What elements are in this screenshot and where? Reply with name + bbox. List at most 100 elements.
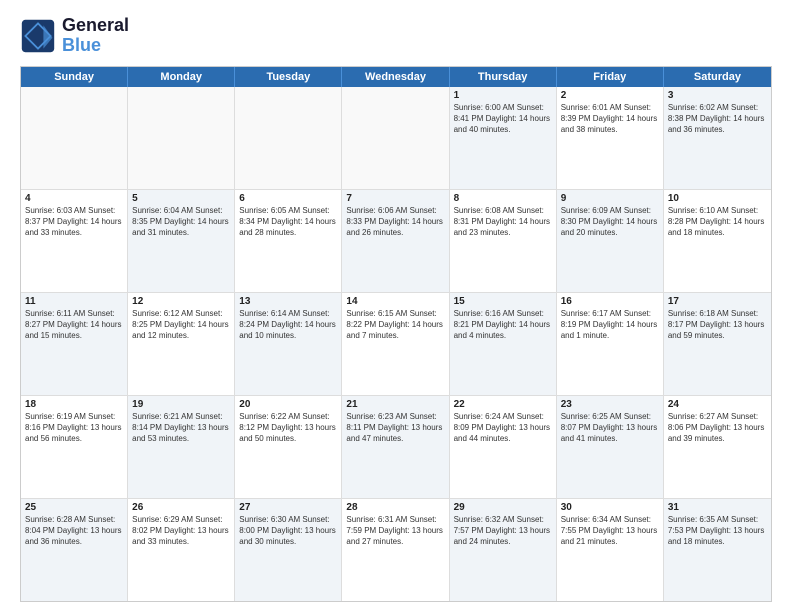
day-info: Sunrise: 6:11 AM Sunset: 8:27 PM Dayligh… [25, 308, 123, 342]
header: General Blue [20, 16, 772, 56]
day-number: 6 [239, 193, 337, 204]
day-cell: 1Sunrise: 6:00 AM Sunset: 8:41 PM Daylig… [450, 87, 557, 189]
day-info: Sunrise: 6:09 AM Sunset: 8:30 PM Dayligh… [561, 205, 659, 239]
day-cell: 4Sunrise: 6:03 AM Sunset: 8:37 PM Daylig… [21, 190, 128, 292]
day-info: Sunrise: 6:12 AM Sunset: 8:25 PM Dayligh… [132, 308, 230, 342]
day-cell: 14Sunrise: 6:15 AM Sunset: 8:22 PM Dayli… [342, 293, 449, 395]
day-info: Sunrise: 6:08 AM Sunset: 8:31 PM Dayligh… [454, 205, 552, 239]
day-cell: 6Sunrise: 6:05 AM Sunset: 8:34 PM Daylig… [235, 190, 342, 292]
day-cell: 22Sunrise: 6:24 AM Sunset: 8:09 PM Dayli… [450, 396, 557, 498]
day-info: Sunrise: 6:27 AM Sunset: 8:06 PM Dayligh… [668, 411, 767, 445]
day-info: Sunrise: 6:34 AM Sunset: 7:55 PM Dayligh… [561, 514, 659, 548]
day-info: Sunrise: 6:14 AM Sunset: 8:24 PM Dayligh… [239, 308, 337, 342]
day-info: Sunrise: 6:15 AM Sunset: 8:22 PM Dayligh… [346, 308, 444, 342]
week-row-2: 11Sunrise: 6:11 AM Sunset: 8:27 PM Dayli… [21, 293, 771, 396]
day-info: Sunrise: 6:32 AM Sunset: 7:57 PM Dayligh… [454, 514, 552, 548]
day-number: 15 [454, 296, 552, 307]
day-cell [235, 87, 342, 189]
day-cell: 28Sunrise: 6:31 AM Sunset: 7:59 PM Dayli… [342, 499, 449, 601]
day-number: 24 [668, 399, 767, 410]
day-cell: 23Sunrise: 6:25 AM Sunset: 8:07 PM Dayli… [557, 396, 664, 498]
day-number: 2 [561, 90, 659, 101]
day-cell: 2Sunrise: 6:01 AM Sunset: 8:39 PM Daylig… [557, 87, 664, 189]
day-number: 5 [132, 193, 230, 204]
day-cell: 21Sunrise: 6:23 AM Sunset: 8:11 PM Dayli… [342, 396, 449, 498]
logo-text: General Blue [62, 16, 129, 56]
day-cell: 13Sunrise: 6:14 AM Sunset: 8:24 PM Dayli… [235, 293, 342, 395]
calendar: SundayMondayTuesdayWednesdayThursdayFrid… [20, 66, 772, 602]
day-info: Sunrise: 6:28 AM Sunset: 8:04 PM Dayligh… [25, 514, 123, 548]
day-number: 25 [25, 502, 123, 513]
day-info: Sunrise: 6:19 AM Sunset: 8:16 PM Dayligh… [25, 411, 123, 445]
day-info: Sunrise: 6:18 AM Sunset: 8:17 PM Dayligh… [668, 308, 767, 342]
week-row-4: 25Sunrise: 6:28 AM Sunset: 8:04 PM Dayli… [21, 499, 771, 601]
day-info: Sunrise: 6:21 AM Sunset: 8:14 PM Dayligh… [132, 411, 230, 445]
day-number: 13 [239, 296, 337, 307]
day-header-saturday: Saturday [664, 67, 771, 87]
day-cell: 27Sunrise: 6:30 AM Sunset: 8:00 PM Dayli… [235, 499, 342, 601]
day-number: 31 [668, 502, 767, 513]
day-cell: 30Sunrise: 6:34 AM Sunset: 7:55 PM Dayli… [557, 499, 664, 601]
day-number: 21 [346, 399, 444, 410]
day-number: 28 [346, 502, 444, 513]
day-cell: 26Sunrise: 6:29 AM Sunset: 8:02 PM Dayli… [128, 499, 235, 601]
day-number: 26 [132, 502, 230, 513]
day-number: 12 [132, 296, 230, 307]
week-row-0: 1Sunrise: 6:00 AM Sunset: 8:41 PM Daylig… [21, 87, 771, 190]
day-info: Sunrise: 6:35 AM Sunset: 7:53 PM Dayligh… [668, 514, 767, 548]
day-number: 11 [25, 296, 123, 307]
day-cell: 7Sunrise: 6:06 AM Sunset: 8:33 PM Daylig… [342, 190, 449, 292]
day-header-wednesday: Wednesday [342, 67, 449, 87]
day-header-friday: Friday [557, 67, 664, 87]
day-cell: 25Sunrise: 6:28 AM Sunset: 8:04 PM Dayli… [21, 499, 128, 601]
day-cell: 20Sunrise: 6:22 AM Sunset: 8:12 PM Dayli… [235, 396, 342, 498]
day-info: Sunrise: 6:03 AM Sunset: 8:37 PM Dayligh… [25, 205, 123, 239]
day-info: Sunrise: 6:10 AM Sunset: 8:28 PM Dayligh… [668, 205, 767, 239]
day-number: 8 [454, 193, 552, 204]
day-info: Sunrise: 6:04 AM Sunset: 8:35 PM Dayligh… [132, 205, 230, 239]
day-cell: 29Sunrise: 6:32 AM Sunset: 7:57 PM Dayli… [450, 499, 557, 601]
day-cell: 8Sunrise: 6:08 AM Sunset: 8:31 PM Daylig… [450, 190, 557, 292]
day-number: 23 [561, 399, 659, 410]
day-info: Sunrise: 6:25 AM Sunset: 8:07 PM Dayligh… [561, 411, 659, 445]
logo: General Blue [20, 16, 129, 56]
day-number: 17 [668, 296, 767, 307]
day-number: 19 [132, 399, 230, 410]
day-number: 1 [454, 90, 552, 101]
page: General Blue SundayMondayTuesdayWednesda… [0, 0, 792, 612]
day-info: Sunrise: 6:17 AM Sunset: 8:19 PM Dayligh… [561, 308, 659, 342]
day-number: 4 [25, 193, 123, 204]
day-info: Sunrise: 6:05 AM Sunset: 8:34 PM Dayligh… [239, 205, 337, 239]
day-cell: 24Sunrise: 6:27 AM Sunset: 8:06 PM Dayli… [664, 396, 771, 498]
day-cell: 11Sunrise: 6:11 AM Sunset: 8:27 PM Dayli… [21, 293, 128, 395]
day-headers: SundayMondayTuesdayWednesdayThursdayFrid… [21, 67, 771, 87]
day-cell [342, 87, 449, 189]
day-number: 22 [454, 399, 552, 410]
day-number: 14 [346, 296, 444, 307]
day-number: 30 [561, 502, 659, 513]
day-number: 9 [561, 193, 659, 204]
day-header-sunday: Sunday [21, 67, 128, 87]
day-number: 20 [239, 399, 337, 410]
week-row-1: 4Sunrise: 6:03 AM Sunset: 8:37 PM Daylig… [21, 190, 771, 293]
day-number: 27 [239, 502, 337, 513]
calendar-grid: 1Sunrise: 6:00 AM Sunset: 8:41 PM Daylig… [21, 87, 771, 601]
day-header-monday: Monday [128, 67, 235, 87]
day-info: Sunrise: 6:23 AM Sunset: 8:11 PM Dayligh… [346, 411, 444, 445]
day-cell: 15Sunrise: 6:16 AM Sunset: 8:21 PM Dayli… [450, 293, 557, 395]
day-info: Sunrise: 6:22 AM Sunset: 8:12 PM Dayligh… [239, 411, 337, 445]
day-info: Sunrise: 6:29 AM Sunset: 8:02 PM Dayligh… [132, 514, 230, 548]
day-info: Sunrise: 6:01 AM Sunset: 8:39 PM Dayligh… [561, 102, 659, 136]
day-number: 29 [454, 502, 552, 513]
day-cell: 10Sunrise: 6:10 AM Sunset: 8:28 PM Dayli… [664, 190, 771, 292]
day-number: 3 [668, 90, 767, 101]
day-header-tuesday: Tuesday [235, 67, 342, 87]
day-cell: 5Sunrise: 6:04 AM Sunset: 8:35 PM Daylig… [128, 190, 235, 292]
day-info: Sunrise: 6:06 AM Sunset: 8:33 PM Dayligh… [346, 205, 444, 239]
day-cell: 16Sunrise: 6:17 AM Sunset: 8:19 PM Dayli… [557, 293, 664, 395]
day-cell: 3Sunrise: 6:02 AM Sunset: 8:38 PM Daylig… [664, 87, 771, 189]
day-info: Sunrise: 6:00 AM Sunset: 8:41 PM Dayligh… [454, 102, 552, 136]
day-info: Sunrise: 6:02 AM Sunset: 8:38 PM Dayligh… [668, 102, 767, 136]
day-info: Sunrise: 6:24 AM Sunset: 8:09 PM Dayligh… [454, 411, 552, 445]
day-info: Sunrise: 6:30 AM Sunset: 8:00 PM Dayligh… [239, 514, 337, 548]
